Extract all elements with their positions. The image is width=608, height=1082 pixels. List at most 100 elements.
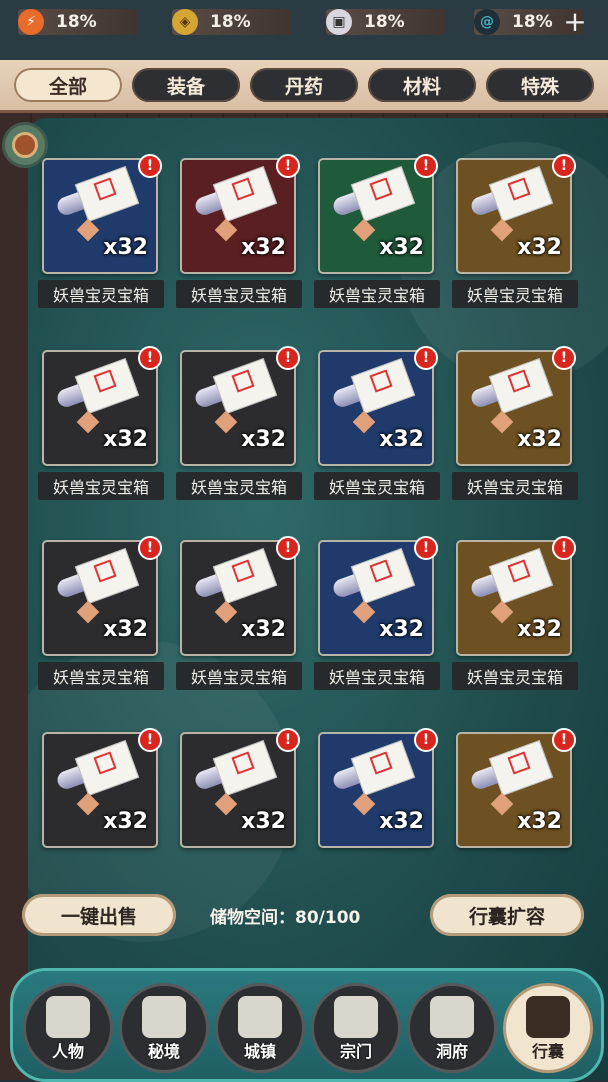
- nav-sect[interactable]: 宗门: [311, 983, 401, 1073]
- new-item-alert-icon: !: [552, 346, 576, 370]
- inventory-item[interactable]: x32!: [42, 536, 162, 656]
- sect-banner-icon: [334, 996, 378, 1038]
- nav-label: 城镇: [243, 1042, 276, 1061]
- new-item-alert-icon: !: [552, 154, 576, 178]
- resource-coin: ◈ 18%: [172, 9, 292, 35]
- nav-character[interactable]: 人物: [23, 983, 113, 1073]
- inventory-item[interactable]: x32!: [180, 728, 300, 848]
- lightning-icon: ⚡: [18, 9, 44, 35]
- new-item-alert-icon: !: [414, 536, 438, 560]
- inventory-item[interactable]: x32!: [42, 346, 162, 466]
- inventory-item[interactable]: x32!: [180, 536, 300, 656]
- item-quantity: x32: [103, 235, 148, 260]
- item-quantity: x32: [379, 809, 424, 834]
- nav-secret-realm[interactable]: 秘境: [119, 983, 209, 1073]
- tab-all[interactable]: 全部: [14, 68, 122, 102]
- new-item-alert-icon: !: [138, 154, 162, 178]
- expand-bag-button[interactable]: 行囊扩容: [430, 894, 584, 936]
- item-name: 妖兽宝灵宝箱: [314, 662, 440, 690]
- inventory-item[interactable]: x32!: [318, 346, 438, 466]
- resource-value: 18%: [364, 12, 405, 32]
- resource-spirit: @ 18%: [474, 9, 584, 35]
- nav-label: 秘境: [147, 1042, 180, 1061]
- item-name: 妖兽宝灵宝箱: [38, 662, 164, 690]
- tab-label: 装备: [166, 75, 205, 98]
- new-item-alert-icon: !: [276, 154, 300, 178]
- item-quantity: x32: [241, 617, 286, 642]
- tab-materials[interactable]: 材料: [368, 68, 476, 102]
- tab-equipment[interactable]: 装备: [132, 68, 240, 102]
- resource-stamina: ⚡ 18%: [18, 9, 138, 35]
- item-quantity: x32: [379, 427, 424, 452]
- resource-bar: ⚡ 18% ◈ 18% ▣ 18% @ 18% +: [0, 0, 608, 60]
- inventory-item[interactable]: x32!: [456, 154, 576, 274]
- nav-label: 洞府: [435, 1042, 468, 1061]
- fox-character-icon: [46, 996, 90, 1038]
- nav-town[interactable]: 城镇: [215, 983, 305, 1073]
- inventory-item[interactable]: x32!: [456, 346, 576, 466]
- new-item-alert-icon: !: [414, 728, 438, 752]
- item-quantity: x32: [241, 427, 286, 452]
- resource-value: 18%: [512, 12, 553, 32]
- item-quantity: x32: [517, 235, 562, 260]
- mountain-icon: [142, 996, 186, 1038]
- tab-label: 材料: [402, 75, 441, 98]
- tab-label: 全部: [48, 75, 87, 98]
- inventory-item[interactable]: x32!: [42, 154, 162, 274]
- resource-silver: ▣ 18%: [326, 9, 446, 35]
- inventory-item[interactable]: x32!: [318, 154, 438, 274]
- spirit-swirl-icon: @: [474, 9, 500, 35]
- silver-coin-icon: ▣: [326, 9, 352, 35]
- item-quantity: x32: [517, 617, 562, 642]
- item-name: 妖兽宝灵宝箱: [176, 662, 302, 690]
- item-name: 妖兽宝灵宝箱: [452, 472, 578, 500]
- nav-label: 行囊: [531, 1042, 564, 1061]
- new-item-alert-icon: !: [138, 346, 162, 370]
- new-item-alert-icon: !: [138, 728, 162, 752]
- tab-special[interactable]: 特殊: [486, 68, 594, 102]
- item-quantity: x32: [241, 235, 286, 260]
- add-resource-button[interactable]: +: [562, 8, 588, 36]
- nav-bag[interactable]: 行囊: [503, 983, 593, 1073]
- item-quantity: x32: [241, 809, 286, 834]
- inventory-item[interactable]: x32!: [318, 536, 438, 656]
- inventory-item[interactable]: x32!: [180, 346, 300, 466]
- nav-cave-dwelling[interactable]: 洞府: [407, 983, 497, 1073]
- item-quantity: x32: [103, 427, 148, 452]
- storage-capacity: 储物空间：80/100: [210, 908, 361, 928]
- resource-value: 18%: [56, 12, 97, 32]
- tab-pills[interactable]: 丹药: [250, 68, 358, 102]
- coin-icon: ◈: [172, 9, 198, 35]
- sell-all-button[interactable]: 一键出售: [22, 894, 176, 936]
- new-item-alert-icon: !: [138, 536, 162, 560]
- item-quantity: x32: [517, 427, 562, 452]
- inventory-item[interactable]: x32!: [318, 728, 438, 848]
- new-item-alert-icon: !: [276, 536, 300, 560]
- item-name: 妖兽宝灵宝箱: [176, 472, 302, 500]
- inventory-item[interactable]: x32!: [456, 536, 576, 656]
- new-item-alert-icon: !: [414, 154, 438, 178]
- item-quantity: x32: [379, 617, 424, 642]
- new-item-alert-icon: !: [276, 346, 300, 370]
- tab-label: 丹药: [284, 75, 323, 98]
- item-name: 妖兽宝灵宝箱: [176, 280, 302, 308]
- new-item-alert-icon: !: [552, 728, 576, 752]
- inventory-item[interactable]: x32!: [42, 728, 162, 848]
- item-name: 妖兽宝灵宝箱: [452, 280, 578, 308]
- item-quantity: x32: [103, 617, 148, 642]
- category-tabs: 全部 装备 丹药 材料 特殊: [0, 60, 608, 113]
- item-name: 妖兽宝灵宝箱: [38, 280, 164, 308]
- resource-value: 18%: [210, 12, 251, 32]
- cave-dragon-icon: [430, 996, 474, 1038]
- new-item-alert-icon: !: [414, 346, 438, 370]
- item-name: 妖兽宝灵宝箱: [314, 280, 440, 308]
- item-name: 妖兽宝灵宝箱: [314, 472, 440, 500]
- inventory-item[interactable]: x32!: [180, 154, 300, 274]
- new-item-alert-icon: !: [552, 536, 576, 560]
- inventory-item[interactable]: x32!: [456, 728, 576, 848]
- bag-icon: [526, 996, 570, 1038]
- nav-label: 人物: [51, 1042, 84, 1061]
- town-gate-icon: [238, 996, 282, 1038]
- item-quantity: x32: [103, 809, 148, 834]
- new-item-alert-icon: !: [276, 728, 300, 752]
